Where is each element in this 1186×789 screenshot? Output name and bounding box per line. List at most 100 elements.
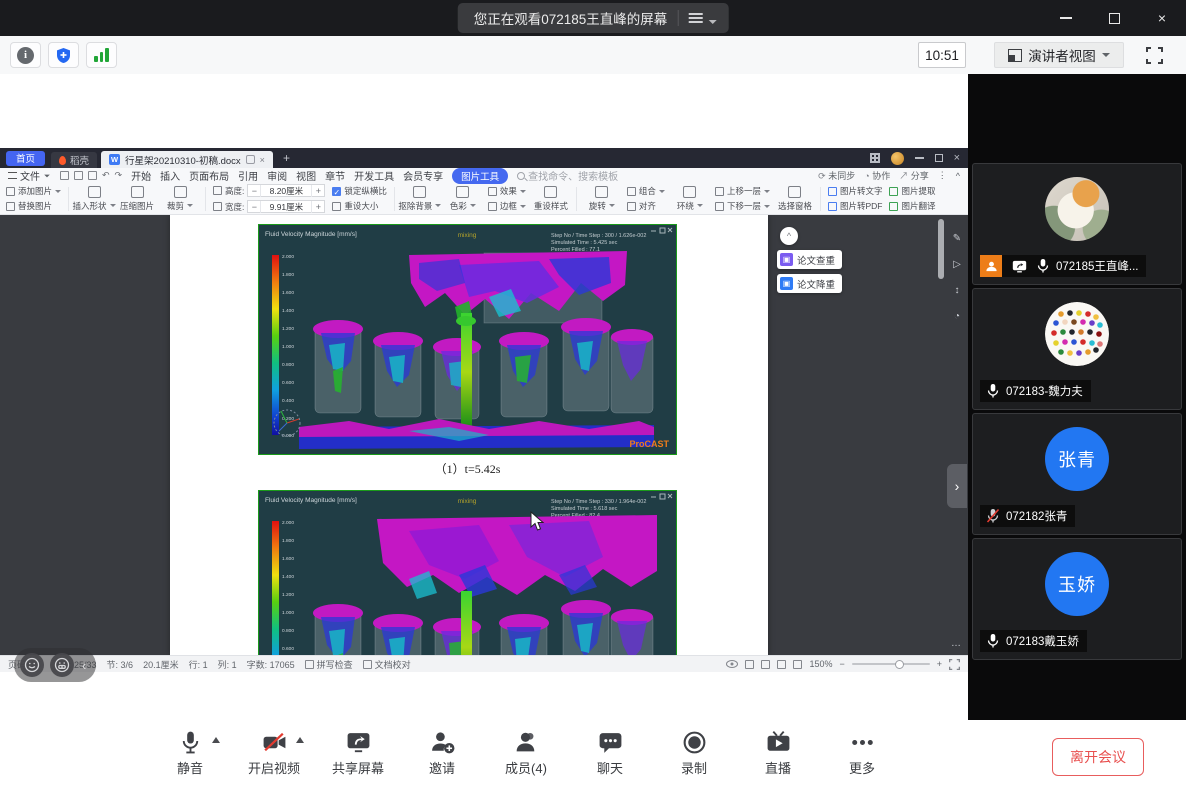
menu-page-layout[interactable]: 页面布局 (189, 168, 229, 183)
bring-forward-button[interactable]: 上移一层 (715, 185, 770, 197)
wps-account-avatar[interactable] (891, 152, 904, 165)
pic-to-pdf-button[interactable]: 图片转PDF (828, 200, 883, 212)
chat-button[interactable]: 聊天 (568, 729, 652, 777)
picture-tools-tab[interactable]: 图片工具 (452, 168, 508, 184)
wps-docer-tab[interactable]: 稻壳 (51, 152, 97, 168)
effects-button[interactable]: 效果 (488, 185, 526, 197)
crop-button[interactable]: 裁剪 (162, 186, 198, 212)
tab-close-icon[interactable]: × (260, 155, 265, 165)
wrap-button[interactable]: 环绕 (672, 186, 708, 212)
menu-developer[interactable]: 开发工具 (354, 168, 394, 183)
menu-references[interactable]: 引用 (238, 168, 258, 183)
border-button[interactable]: 边框 (488, 200, 526, 212)
page-view-icon[interactable] (745, 660, 754, 669)
collapse-panel-button[interactable]: › (947, 464, 967, 508)
align-button[interactable]: 对齐 (627, 200, 665, 212)
collaborate-button[interactable]: ◔ 协作 (864, 169, 890, 182)
rotate-button[interactable]: 旋转 (584, 186, 620, 212)
send-backward-button[interactable]: 下移一层 (715, 200, 770, 212)
spellcheck-button[interactable]: 拼写检查 (305, 658, 353, 671)
group-button[interactable]: 组合 (627, 185, 665, 197)
remove-background-button[interactable]: 抠除背景 (402, 186, 438, 212)
invite-button[interactable]: 邀请 (400, 729, 484, 777)
web-view-icon[interactable] (777, 660, 786, 669)
preview-icon[interactable] (88, 171, 97, 180)
live-button[interactable]: 直播 (736, 729, 820, 777)
width-stepper[interactable]: −9.91厘米+ (247, 200, 325, 213)
document-scrollbar[interactable] (938, 219, 944, 279)
zoom-slider[interactable] (852, 663, 930, 665)
chevron-left-icon[interactable]: ‹ (82, 658, 86, 673)
share-button[interactable]: ↗ 分享 (899, 169, 929, 182)
reactions-widget[interactable]: ‹ (14, 648, 96, 682)
compress-picture-button[interactable]: 压缩图片 (119, 186, 155, 212)
participant-tile-1[interactable]: 072185王直峰... (972, 163, 1182, 285)
fit-page-icon[interactable] (949, 659, 960, 670)
wps-maximize-icon[interactable] (935, 154, 943, 162)
mic-options-caret[interactable] (212, 737, 220, 743)
focus-view-icon[interactable] (793, 660, 802, 669)
document-canvas[interactable]: Fluid Velocity Magnitude [mm/s] mixing S… (0, 215, 968, 655)
insert-shape-button[interactable]: 插入形状 (76, 186, 112, 212)
network-button[interactable] (86, 42, 117, 68)
redo-icon[interactable]: ↷ (115, 170, 123, 181)
participant-tile-4[interactable]: 玉娇 072183戴玉娇 (972, 538, 1182, 660)
new-tab-button[interactable]: + (283, 151, 290, 165)
height-stepper[interactable]: −8.20厘米+ (247, 184, 325, 197)
menu-start[interactable]: 开始 (131, 168, 151, 183)
selection-pane-button[interactable]: 选择窗格 (777, 186, 813, 212)
record-button[interactable]: 录制 (652, 729, 736, 777)
smile-emoji-icon[interactable] (20, 653, 44, 677)
collapse-tools-button[interactable]: ^ (780, 227, 798, 245)
pic-to-text-button[interactable]: 图片转文字 (828, 185, 883, 197)
maximize-button[interactable] (1090, 0, 1138, 36)
zoom-slider-knob[interactable] (895, 660, 904, 669)
sync-status[interactable]: ⟳ 未同步 (818, 169, 855, 182)
start-video-button[interactable]: 开启视频 (232, 729, 316, 777)
apps-grid-icon[interactable] (870, 153, 880, 163)
reset-style-button[interactable]: 重设样式 (533, 186, 569, 212)
replace-picture-button[interactable]: 替换图片 (6, 200, 61, 212)
save-icon[interactable] (60, 171, 69, 180)
grin-emoji-icon[interactable] (50, 653, 74, 677)
side-more-icon[interactable]: … (951, 638, 962, 649)
menu-member[interactable]: 会员专享 (403, 168, 443, 183)
wps-home-tab[interactable]: 首页 (6, 151, 45, 166)
paper-check-button[interactable]: ▣ 论文查重 (777, 250, 842, 269)
zoom-level[interactable]: 150% (809, 659, 832, 669)
menu-insert[interactable]: 插入 (160, 168, 180, 183)
more-button[interactable]: 更多 (820, 729, 904, 777)
banner-menu-icon[interactable] (688, 13, 702, 23)
more-menu-icon[interactable]: ⋮ (938, 170, 947, 181)
command-search[interactable]: 查找命令、搜索模板 (517, 168, 618, 183)
zoom-in-icon[interactable]: + (937, 659, 942, 669)
collapse-ribbon-icon[interactable]: ^ (956, 171, 960, 181)
view-mode-button[interactable]: 演讲者视图 (994, 42, 1124, 68)
mute-button[interactable]: 静音 (148, 729, 232, 777)
undo-icon[interactable]: ↶ (102, 170, 110, 181)
close-button[interactable]: × (1138, 0, 1186, 36)
fullscreen-button[interactable] (1140, 42, 1168, 68)
add-picture-button[interactable]: 添加图片 (6, 185, 61, 197)
security-button[interactable] (48, 42, 79, 68)
pic-translate-button[interactable]: 图片翻译 (889, 200, 935, 212)
video-options-caret[interactable] (296, 737, 304, 743)
outline-view-icon[interactable] (761, 660, 770, 669)
menu-review[interactable]: 审阅 (267, 168, 287, 183)
menu-view[interactable]: 视图 (296, 168, 316, 183)
leave-meeting-button[interactable]: 离开会议 (1052, 738, 1144, 776)
pen-icon[interactable]: ✎ (953, 233, 961, 244)
participant-tile-3[interactable]: 张青 072182张青 (972, 413, 1182, 535)
procast-image-2[interactable]: Fluid Velocity Magnitude [mm/s] mixing S… (258, 490, 677, 655)
print-icon[interactable] (74, 171, 83, 180)
file-menu[interactable]: 文件 (8, 168, 51, 183)
procast-image-1[interactable]: Fluid Velocity Magnitude [mm/s] mixing S… (258, 224, 677, 455)
adjust-icon[interactable]: ↕ (955, 285, 960, 296)
participant-tile-2[interactable]: 072183-魏力夫 (972, 288, 1182, 410)
help-icon[interactable]: ◔ (954, 311, 960, 322)
proofread-button[interactable]: 文档校对 (363, 658, 411, 671)
meeting-info-button[interactable]: i (10, 42, 41, 68)
members-button[interactable]: 成员(4) (484, 729, 568, 777)
menu-section[interactable]: 章节 (325, 168, 345, 183)
share-screen-button[interactable]: 共享屏幕 (316, 729, 400, 777)
